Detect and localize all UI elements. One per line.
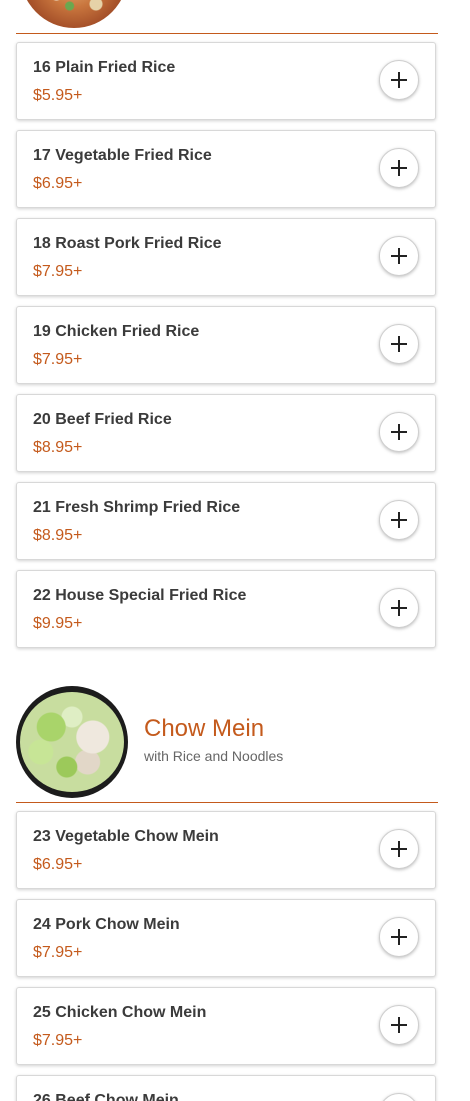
menu-item[interactable]: 24 Pork Chow Mein $7.95+ <box>16 899 436 977</box>
menu-item[interactable]: 19 Chicken Fried Rice $7.95+ <box>16 306 436 384</box>
add-item-button[interactable] <box>379 829 419 869</box>
food-photo <box>20 692 124 792</box>
add-item-button[interactable] <box>379 236 419 276</box>
plus-icon <box>391 160 407 176</box>
fried-rice-section-image <box>20 0 128 28</box>
menu-item[interactable]: 20 Beef Fried Rice $8.95+ <box>16 394 436 472</box>
plus-icon <box>391 1017 407 1033</box>
chow-mein-section-image <box>16 686 128 798</box>
plus-icon <box>391 424 407 440</box>
item-name: 24 Pork Chow Mein <box>33 916 180 933</box>
section-divider <box>16 802 438 803</box>
add-item-button[interactable] <box>379 917 419 957</box>
plus-icon <box>391 512 407 528</box>
item-price: $6.95+ <box>33 175 83 192</box>
item-name: 20 Beef Fried Rice <box>33 411 172 428</box>
item-price: $8.95+ <box>33 439 83 456</box>
item-price: $8.95+ <box>33 527 83 544</box>
item-name: 21 Fresh Shrimp Fried Rice <box>33 499 241 516</box>
section-title: Chow Mein <box>144 715 265 742</box>
item-name: 18 Roast Pork Fried Rice <box>33 235 222 252</box>
menu-item[interactable]: 18 Roast Pork Fried Rice $7.95+ <box>16 218 436 296</box>
add-item-button[interactable] <box>379 1005 419 1045</box>
menu-item[interactable]: 26 Beef Chow Mein <box>16 1075 436 1101</box>
item-price: $7.95+ <box>33 944 83 961</box>
menu-item[interactable]: 17 Vegetable Fried Rice $6.95+ <box>16 130 436 208</box>
add-item-button[interactable] <box>379 1093 419 1101</box>
item-price: $5.95+ <box>33 87 83 104</box>
section-divider <box>16 33 438 34</box>
plus-icon <box>391 929 407 945</box>
item-name: 25 Chicken Chow Mein <box>33 1004 207 1021</box>
menu-item[interactable]: 16 Plain Fried Rice $5.95+ <box>16 42 436 120</box>
item-name: 19 Chicken Fried Rice <box>33 323 200 340</box>
section-subtitle: with Rice and Noodles <box>144 748 284 764</box>
plus-icon <box>391 72 407 88</box>
item-name: 22 House Special Fried Rice <box>33 587 247 604</box>
menu-item[interactable]: 23 Vegetable Chow Mein $6.95+ <box>16 811 436 889</box>
menu-item[interactable]: 21 Fresh Shrimp Fried Rice $8.95+ <box>16 482 436 560</box>
add-item-button[interactable] <box>379 412 419 452</box>
item-price: $7.95+ <box>33 351 83 368</box>
plus-icon <box>391 600 407 616</box>
add-item-button[interactable] <box>379 60 419 100</box>
menu-item[interactable]: 25 Chicken Chow Mein $7.95+ <box>16 987 436 1065</box>
item-name: 23 Vegetable Chow Mein <box>33 828 219 845</box>
item-price: $9.95+ <box>33 615 83 632</box>
menu-item[interactable]: 22 House Special Fried Rice $9.95+ <box>16 570 436 648</box>
add-item-button[interactable] <box>379 148 419 188</box>
add-item-button[interactable] <box>379 588 419 628</box>
plus-icon <box>391 841 407 857</box>
add-item-button[interactable] <box>379 500 419 540</box>
add-item-button[interactable] <box>379 324 419 364</box>
item-name: 17 Vegetable Fried Rice <box>33 147 212 164</box>
item-name: 16 Plain Fried Rice <box>33 59 176 76</box>
plus-icon <box>391 336 407 352</box>
item-name: 26 Beef Chow Mein <box>33 1092 179 1101</box>
plus-icon <box>391 248 407 264</box>
menu-page: 16 Plain Fried Rice $5.95+ 17 Vegetable … <box>0 0 470 1101</box>
item-price: $6.95+ <box>33 856 83 873</box>
item-price: $7.95+ <box>33 263 83 280</box>
item-price: $7.95+ <box>33 1032 83 1049</box>
